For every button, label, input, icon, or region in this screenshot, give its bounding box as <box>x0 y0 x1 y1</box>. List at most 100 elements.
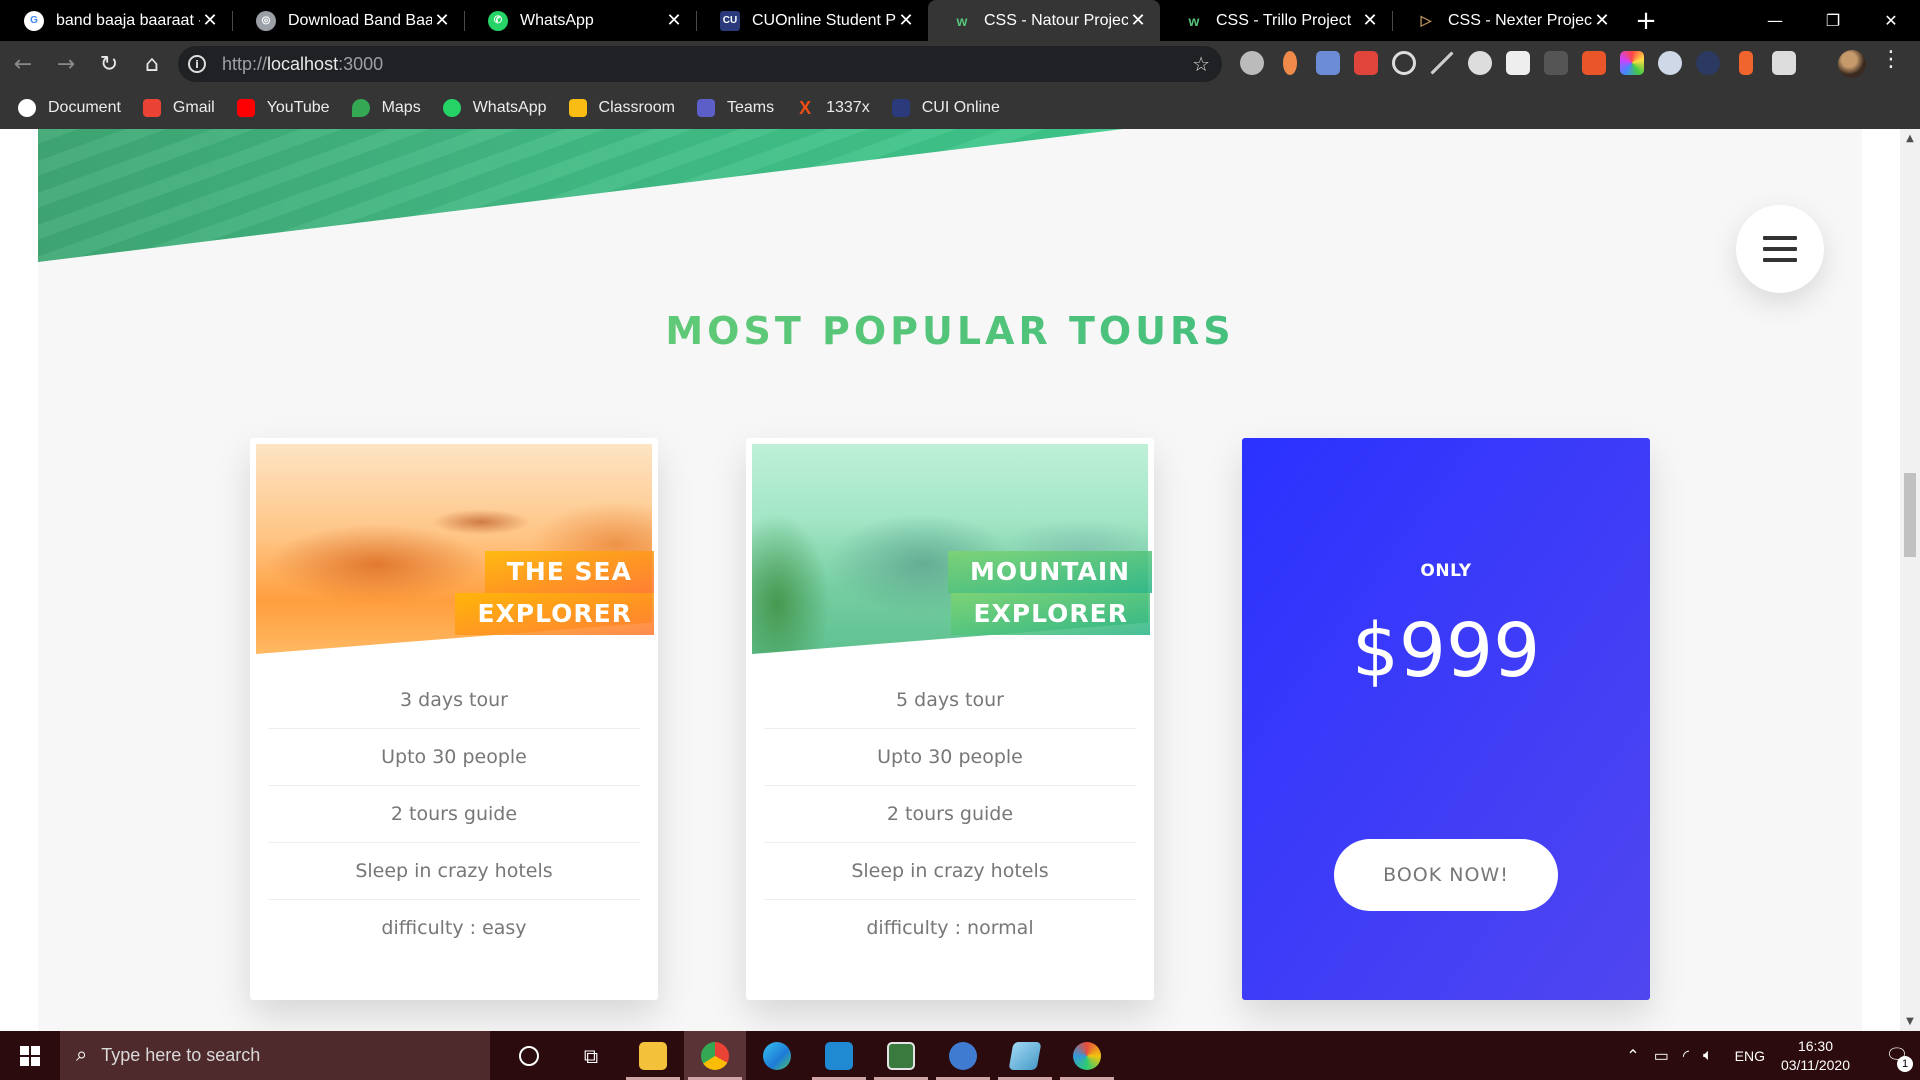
tab-natour-project[interactable]: w CSS - Natour Project ✕ <box>928 0 1160 41</box>
tour-card-mountain-explorer[interactable]: MOUNTAIN EXPLORER 5 days tour Upto 30 pe… <box>746 438 1154 1000</box>
scroll-down-icon[interactable]: ▼ <box>1900 1016 1920 1027</box>
close-tab-icon[interactable]: ✕ <box>200 10 220 31</box>
tab-band-baaja-search[interactable]: G band baaja baaraat - G ✕ <box>0 0 232 41</box>
navigation-menu-button[interactable] <box>1736 205 1824 293</box>
extension-icon[interactable] <box>1430 51 1454 75</box>
bookmark-1337x[interactable]: X 1337x <box>796 99 870 117</box>
extension-icon[interactable] <box>1283 51 1297 75</box>
close-tab-icon[interactable]: ✕ <box>1128 10 1148 31</box>
file-explorer-icon[interactable] <box>622 1031 684 1080</box>
action-center-icon[interactable]: 🗨︎ 1 <box>1874 1031 1920 1080</box>
edge-icon[interactable] <box>746 1031 808 1080</box>
close-window-icon[interactable]: ✕ <box>1862 0 1920 41</box>
eclipse-icon[interactable] <box>870 1031 932 1080</box>
bookmark-cui-online[interactable]: CUI Online <box>891 99 1000 117</box>
extension-icon[interactable] <box>1739 51 1753 75</box>
extension-icon[interactable] <box>1240 51 1264 75</box>
cortana-icon[interactable] <box>498 1031 560 1080</box>
chrome-icon[interactable] <box>684 1031 746 1080</box>
bookmark-star-icon[interactable]: ☆ <box>1192 52 1210 76</box>
google-icon: G <box>24 10 44 31</box>
bookmark-whatsapp[interactable]: WhatsApp <box>442 99 547 117</box>
natours-icon: w <box>956 12 968 29</box>
site-info-icon[interactable]: i <box>188 55 206 73</box>
close-tab-icon[interactable]: ✕ <box>1360 10 1380 31</box>
extension-icon[interactable] <box>1506 51 1530 75</box>
extension-icon[interactable] <box>1620 51 1644 75</box>
extension-icon[interactable] <box>1392 51 1416 75</box>
extension-icon[interactable] <box>1544 51 1568 75</box>
address-bar[interactable]: i http://localhost:3000 ☆ <box>178 46 1222 82</box>
scroll-up-icon[interactable]: ▲ <box>1900 133 1920 144</box>
browser-toolbar: ← → ↻ ⌂ i http://localhost:3000 ☆ ⋮ <box>0 41 1920 87</box>
bookmark-label: Gmail <box>172 99 215 116</box>
profile-avatar[interactable] <box>1838 50 1866 78</box>
restore-icon[interactable]: ❐ <box>1804 0 1862 41</box>
bookmark-youtube[interactable]: YouTube <box>236 99 330 117</box>
tab-cuonline[interactable]: CU CUOnline Student Port ✕ <box>696 0 928 41</box>
tab-title: CSS - Nexter Project <box>1448 11 1592 29</box>
detail-item: 3 days tour <box>400 688 508 711</box>
tab-whatsapp[interactable]: ✆ WhatsApp ✕ <box>464 0 696 41</box>
hamburger-icon-line <box>1763 247 1797 251</box>
close-tab-icon[interactable]: ✕ <box>896 10 916 31</box>
detail-item: Sleep in crazy hotels <box>764 842 1136 899</box>
system-tray: ⌃ ▭ ◜ 🔈︎ ENG 16:30 03/11/2020 🗨︎ 1 <box>1626 1031 1920 1080</box>
gmail-icon <box>142 99 161 117</box>
more-menu-icon[interactable]: ⋮ <box>1880 47 1902 72</box>
close-tab-icon[interactable]: ✕ <box>1592 10 1612 31</box>
bookmark-label: YouTube <box>266 99 330 116</box>
extension-icon[interactable] <box>1696 51 1720 75</box>
tab-download-band-baaja[interactable]: ◎ Download Band Baaja ✕ <box>232 0 464 41</box>
page-scrollbar[interactable]: ▲ ▼ <box>1900 129 1920 1031</box>
wifi-icon[interactable]: ◜ <box>1683 1046 1689 1066</box>
paint-icon[interactable] <box>1056 1031 1118 1080</box>
minimize-icon[interactable]: — <box>1746 0 1804 41</box>
extension-icon[interactable] <box>1582 51 1606 75</box>
new-tab-button[interactable]: + <box>1626 0 1666 41</box>
home-icon[interactable]: ⌂ <box>132 44 172 84</box>
bookmark-teams[interactable]: Teams <box>696 99 774 117</box>
bookmark-classroom[interactable]: Classroom <box>568 99 675 117</box>
language-indicator[interactable]: ENG <box>1735 1048 1765 1064</box>
reload-icon[interactable]: ↻ <box>89 44 129 84</box>
forward-arrow-icon[interactable]: → <box>46 44 86 84</box>
task-view-icon[interactable]: ⧉ <box>560 1031 622 1080</box>
puzzle-icon[interactable] <box>1772 51 1796 75</box>
volume-icon[interactable]: 🔈︎ <box>1703 1047 1713 1065</box>
battery-icon[interactable]: ▭ <box>1654 1046 1669 1066</box>
book-now-button[interactable]: BOOK NOW! <box>1334 839 1558 911</box>
section-title: MOST POPULAR TOURS <box>0 309 1900 353</box>
close-tab-icon[interactable]: ✕ <box>664 10 684 31</box>
card-heading: THE SEA EXPLORER <box>452 551 654 635</box>
tab-nexter-project[interactable]: ▷ CSS - Nexter Project ✕ <box>1392 0 1624 41</box>
bookmark-maps[interactable]: Maps <box>351 99 421 117</box>
scrollbar-thumb[interactable] <box>1904 473 1916 557</box>
close-tab-icon[interactable]: ✕ <box>432 10 452 31</box>
notepad-icon[interactable] <box>994 1031 1056 1080</box>
card-details-list: 5 days tour Upto 30 people 2 tours guide… <box>764 671 1136 956</box>
clock[interactable]: 16:30 03/11/2020 <box>1781 1037 1850 1075</box>
back-arrow-icon[interactable]: ← <box>3 44 43 84</box>
maps-icon <box>351 99 370 117</box>
vscode-icon[interactable] <box>808 1031 870 1080</box>
show-hidden-icons-icon[interactable]: ⌃ <box>1626 1046 1639 1066</box>
bookmark-document[interactable]: Document <box>18 99 121 117</box>
qbittorrent-icon[interactable] <box>932 1031 994 1080</box>
extension-icon[interactable] <box>1354 51 1378 75</box>
tour-card-sea-explorer[interactable]: THE SEA EXPLORER 3 days tour Upto 30 peo… <box>250 438 658 1000</box>
start-button[interactable] <box>0 1031 60 1080</box>
tab-trillo-project[interactable]: w CSS - Trillo Project ✕ <box>1160 0 1392 41</box>
whatsapp-icon: ✆ <box>488 10 508 31</box>
extension-icon[interactable] <box>1468 51 1492 75</box>
bookmark-label: WhatsApp <box>472 99 547 116</box>
card-heading-line: EXPLORER <box>455 593 654 635</box>
taskbar-search-box[interactable]: ⌕ Type here to search <box>60 1031 490 1080</box>
tour-card-price-back[interactable]: ONLY $999 BOOK NOW! <box>1242 438 1650 1000</box>
url-text: http://localhost:3000 <box>222 53 384 74</box>
extension-icon[interactable] <box>1316 51 1340 75</box>
bookmark-label: Maps <box>381 99 421 116</box>
bookmark-gmail[interactable]: Gmail <box>142 99 215 117</box>
extension-icon[interactable] <box>1658 51 1682 75</box>
page-border-left <box>0 129 38 1031</box>
